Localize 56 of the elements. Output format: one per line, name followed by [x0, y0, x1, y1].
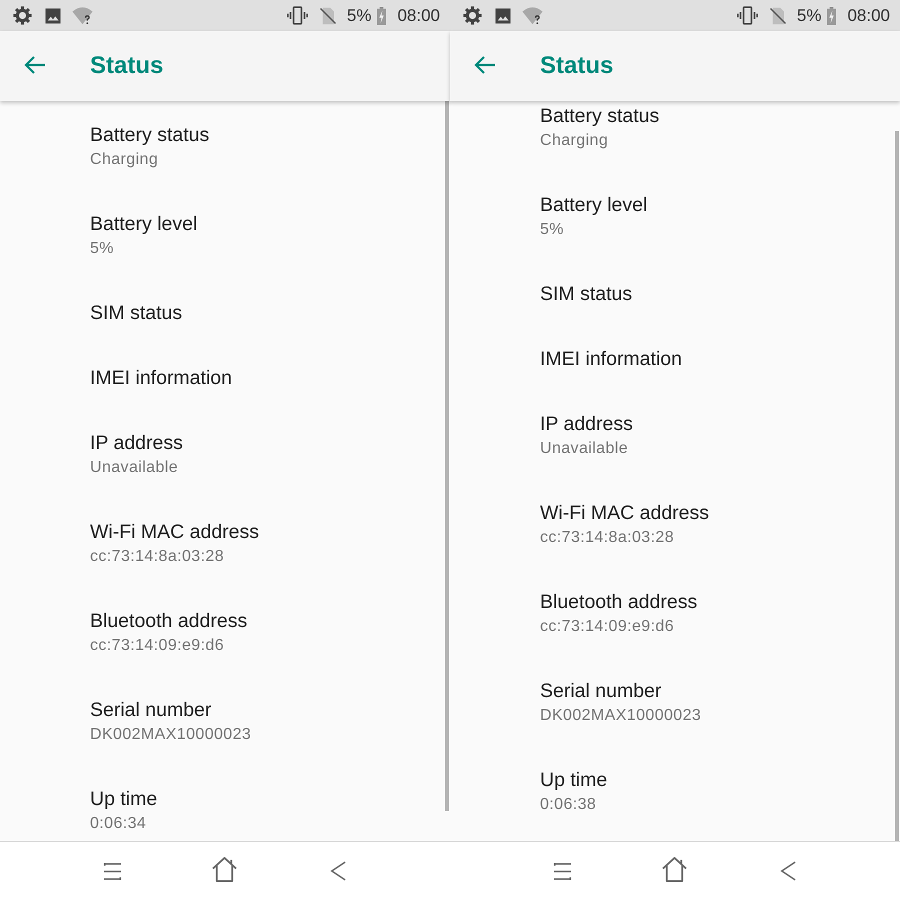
setting-value: cc:73:14:8a:03:28: [540, 528, 674, 548]
wifi-unknown-icon: [522, 5, 543, 26]
setting-title[interactable]: Wi-Fi MAC address: [90, 520, 260, 544]
clock-time: 08:00: [847, 6, 890, 26]
setting-title[interactable]: Bluetooth address: [90, 609, 248, 633]
setting-title[interactable]: SIM status: [540, 282, 632, 306]
setting-title[interactable]: Battery status: [540, 104, 660, 128]
setting-title[interactable]: IP address: [540, 412, 633, 436]
no-sim-icon: [768, 6, 787, 24]
setting-value: cc:73:14:09:e9:d6: [540, 617, 674, 637]
wifi-unknown-icon: [72, 5, 93, 26]
setting-value: DK002MAX10000023: [90, 725, 252, 745]
battery-charging-icon: [377, 6, 386, 24]
image-icon: [494, 6, 512, 24]
setting-value: 5%: [90, 239, 114, 259]
vibrate-icon: [286, 5, 308, 26]
setting-title[interactable]: Bluetooth address: [540, 590, 698, 614]
setting-title[interactable]: IP address: [90, 431, 183, 455]
setting-title[interactable]: Up time: [540, 768, 608, 792]
screen-title: Status: [540, 51, 614, 81]
setting-value: 5%: [540, 220, 564, 240]
back-icon[interactable]: [330, 860, 346, 882]
setting-title[interactable]: Battery level: [540, 193, 648, 217]
setting-value: Charging: [540, 131, 608, 151]
setting-value: cc:73:14:09:e9:d6: [90, 636, 224, 656]
no-sim-icon: [318, 6, 337, 24]
setting-value: 0:06:34: [90, 814, 146, 834]
setting-title[interactable]: Battery status: [90, 123, 210, 147]
battery-percentage: 5%: [346, 6, 372, 26]
setting-title[interactable]: Serial number: [540, 679, 662, 703]
setting-value: DK002MAX10000023: [540, 706, 702, 726]
setting-title[interactable]: Battery level: [90, 212, 198, 236]
setting-value: Unavailable: [90, 458, 178, 478]
setting-value: cc:73:14:8a:03:28: [90, 547, 224, 567]
home-icon[interactable]: [661, 856, 688, 882]
battery-percentage: 5%: [796, 6, 822, 26]
image-icon: [44, 6, 62, 24]
setting-title[interactable]: IMEI information: [90, 366, 232, 390]
screen-title: Status: [90, 51, 164, 81]
setting-title[interactable]: IMEI information: [540, 347, 682, 371]
setting-title[interactable]: Serial number: [90, 698, 212, 722]
setting-title[interactable]: SIM status: [90, 301, 182, 325]
vibrate-icon: [736, 5, 758, 26]
menu-icon[interactable]: [103, 862, 122, 880]
battery-charging-icon: [827, 6, 836, 24]
setting-title[interactable]: Up time: [90, 787, 158, 811]
setting-title[interactable]: Wi-Fi MAC address: [540, 501, 710, 525]
setting-value: 0:06:38: [540, 795, 596, 815]
setting-value: Unavailable: [540, 439, 628, 459]
clock-time: 08:00: [397, 6, 440, 26]
settings-icon: [463, 6, 482, 25]
back-icon[interactable]: [780, 860, 796, 882]
home-icon[interactable]: [211, 856, 238, 882]
settings-icon: [13, 6, 32, 25]
setting-value: Charging: [90, 150, 158, 170]
menu-icon[interactable]: [553, 862, 572, 880]
